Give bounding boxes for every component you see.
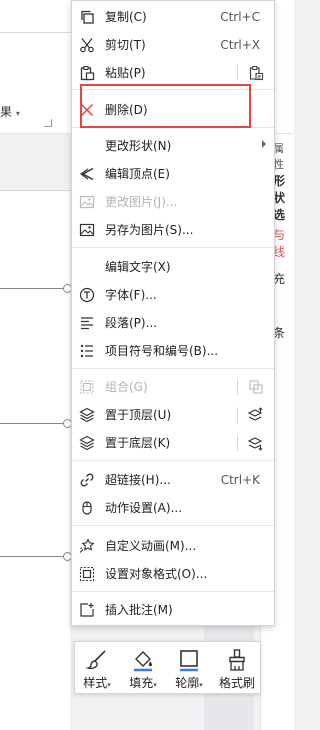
mouse-icon	[79, 500, 95, 516]
menu-separator	[72, 368, 274, 369]
menu-item-label: 设置对象格式(O)...	[105, 567, 208, 581]
shape-line	[0, 288, 68, 289]
menu-item-label: 段落(P)...	[105, 316, 158, 330]
slide-canvas[interactable]	[0, 190, 72, 730]
menu-item-label: 编辑文字(X)	[105, 260, 171, 274]
format-object-icon	[79, 566, 95, 582]
comment-icon	[79, 602, 95, 618]
style-button[interactable]: 样式▾	[77, 642, 117, 695]
menu-separator	[72, 247, 274, 248]
menu-item-paragraph[interactable]: 段落(P)...	[72, 309, 274, 337]
outline-button[interactable]: 轮廓▾	[169, 642, 209, 695]
menu-item-label: 复制(C)	[105, 10, 147, 24]
ribbon-group-expander[interactable]	[44, 119, 52, 127]
outline-label: 轮廓▾	[175, 676, 203, 690]
scissors-icon	[79, 37, 95, 53]
save-as-picture-icon	[79, 222, 95, 238]
star-animation-icon	[79, 538, 95, 554]
format-painter-icon	[225, 648, 249, 672]
menu-item-bring-to-front[interactable]: 置于顶层(U)	[72, 401, 274, 429]
shape-line	[0, 556, 68, 557]
menu-item-format-object[interactable]: 设置对象格式(O)...	[72, 560, 274, 588]
bring-forward-icon[interactable]	[247, 407, 264, 423]
menu-item-label: 编辑顶点(E)	[105, 167, 170, 181]
bring-to-front-icon	[79, 407, 95, 423]
menu-item-paste[interactable]: 粘贴(P)	[72, 59, 274, 87]
shape-options-tab[interactable]: 形状选	[273, 172, 294, 223]
shape-line	[0, 423, 68, 424]
bullets-icon	[79, 343, 95, 359]
style-label: 样式▾	[83, 676, 111, 690]
menu-item-label: 剪切(T)	[105, 38, 146, 52]
shortcut-label: Ctrl+C	[220, 10, 260, 24]
property-pane-title: 属性	[273, 142, 284, 171]
paragraph-icon	[79, 315, 95, 331]
menu-separator	[72, 525, 274, 526]
menu-item-label: 自定义动画(M)...	[105, 539, 197, 553]
floating-format-toolbar: 样式▾ 填充▾ 轮廓▾ 格式刷	[74, 641, 261, 694]
menu-item-label: 置于底层(K)	[105, 436, 171, 450]
menu-item-bullets-numbering[interactable]: 项目符号和编号(B)...	[72, 337, 274, 365]
ribbon-effect-button[interactable]: 果 ▾	[0, 103, 20, 120]
menu-separator	[72, 591, 274, 592]
copy-icon	[79, 9, 95, 25]
split-divider	[237, 435, 238, 451]
fill-line-tab[interactable]: 与线	[273, 226, 294, 260]
menu-item-insert-comment[interactable]: 插入批注(M)	[72, 596, 274, 624]
menu-separator	[72, 460, 274, 461]
format-painter-label: 格式刷	[218, 676, 255, 690]
menu-item-send-to-back[interactable]: 置于底层(K)	[72, 429, 274, 457]
shortcut-label: Ctrl+X	[220, 38, 260, 52]
menu-item-label: 置于顶层(U)	[105, 408, 172, 422]
change-picture-icon	[79, 194, 95, 210]
menu-item-label: 组合(G)	[105, 380, 148, 394]
menu-item-label: 字体(F)...	[105, 288, 157, 302]
menu-item-change-shape[interactable]: 更改形状(N)	[72, 132, 274, 160]
menu-item-save-as-picture[interactable]: 另存为图片(S)...	[72, 216, 274, 244]
fill-label: 填充▾	[129, 676, 157, 690]
paste-options-icon[interactable]	[248, 65, 264, 81]
split-divider	[237, 379, 238, 395]
menu-item-edit-text[interactable]: 编辑文字(X)	[72, 253, 274, 281]
font-icon	[79, 287, 95, 303]
send-backward-icon[interactable]	[247, 435, 264, 451]
brush-style-icon	[85, 648, 109, 672]
menu-item-group: 组合(G)	[72, 373, 274, 401]
menu-item-copy[interactable]: 复制(C) Ctrl+C	[72, 3, 274, 31]
menu-item-label: 更改图片(J)...	[105, 195, 178, 209]
submenu-arrow-icon	[262, 140, 266, 148]
menu-item-cut[interactable]: 剪切(T) Ctrl+X	[72, 31, 274, 59]
group-options-icon	[248, 379, 264, 395]
outline-icon	[177, 648, 201, 672]
send-to-back-icon	[79, 435, 95, 451]
menu-item-action-settings[interactable]: 动作设置(A)...	[72, 494, 274, 522]
group-icon	[79, 379, 95, 395]
menu-item-hyperlink[interactable]: 超链接(H)... Ctrl+K	[72, 466, 274, 494]
shortcut-label: Ctrl+K	[220, 473, 260, 487]
menu-item-label: 更改形状(N)	[105, 139, 172, 153]
menu-item-label: 项目符号和编号(B)...	[105, 344, 219, 358]
menu-item-label: 另存为图片(S)...	[105, 223, 194, 237]
ribbon-divider	[0, 32, 72, 33]
menu-item-edit-vertex[interactable]: 编辑顶点(E)	[72, 160, 274, 188]
edit-vertex-icon	[79, 166, 95, 182]
format-painter-button[interactable]: 格式刷	[215, 642, 259, 695]
menu-item-label: 粘贴(P)	[105, 66, 146, 80]
paste-icon	[79, 65, 95, 81]
split-divider	[237, 407, 238, 423]
highlight-annotation-box	[80, 84, 251, 128]
fill-button[interactable]: 填充▾	[123, 642, 163, 695]
menu-item-label: 插入批注(M)	[105, 603, 173, 617]
hyperlink-icon	[79, 472, 95, 488]
menu-item-font[interactable]: 字体(F)...	[72, 281, 274, 309]
fill-bucket-icon	[131, 648, 155, 672]
menu-item-label: 超链接(H)...	[105, 473, 171, 487]
menu-item-change-picture: 更改图片(J)...	[72, 188, 274, 216]
menu-item-custom-animation[interactable]: 自定义动画(M)...	[72, 532, 274, 560]
split-divider	[237, 65, 238, 81]
menu-item-label: 动作设置(A)...	[105, 501, 183, 515]
